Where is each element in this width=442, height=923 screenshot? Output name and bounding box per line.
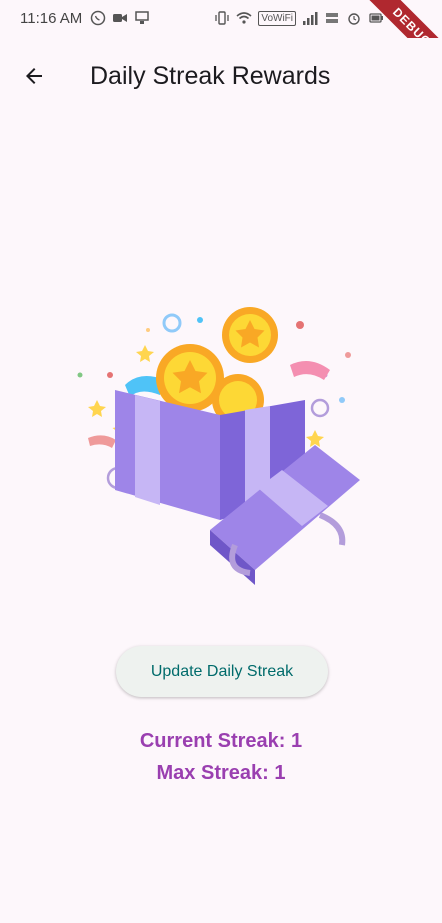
back-button[interactable] <box>14 56 54 96</box>
update-daily-streak-button[interactable]: Update Daily Streak <box>116 646 328 697</box>
arrow-back-icon <box>26 68 42 84</box>
whatsapp-icon <box>90 10 106 26</box>
video-icon <box>113 14 127 22</box>
status-time: 11:16 AM <box>20 10 83 27</box>
vowifi-badge: VoWiFi <box>258 10 296 26</box>
monitor-icon <box>135 11 149 24</box>
data-speed-icon <box>326 13 338 23</box>
max-streak-text: Max Streak: 1 <box>156 762 286 784</box>
current-streak-text: Current Streak: 1 <box>139 730 303 752</box>
gift-box-with-coins-illustration <box>70 290 370 590</box>
signal-icon <box>303 12 318 25</box>
app-bar: Daily Streak Rewards <box>0 38 442 112</box>
vibrate-icon <box>215 11 229 25</box>
status-left-icons <box>90 10 150 26</box>
status-right-icons: VoWiFi <box>214 10 384 26</box>
page-title: Daily Streak Rewards <box>90 62 331 90</box>
alarm-icon <box>348 13 360 25</box>
gift-illustration-svg <box>77 307 360 585</box>
status-bar: 11:16 AM VoWiFi DEBUG <box>0 0 442 78</box>
wifi-icon <box>236 12 252 24</box>
